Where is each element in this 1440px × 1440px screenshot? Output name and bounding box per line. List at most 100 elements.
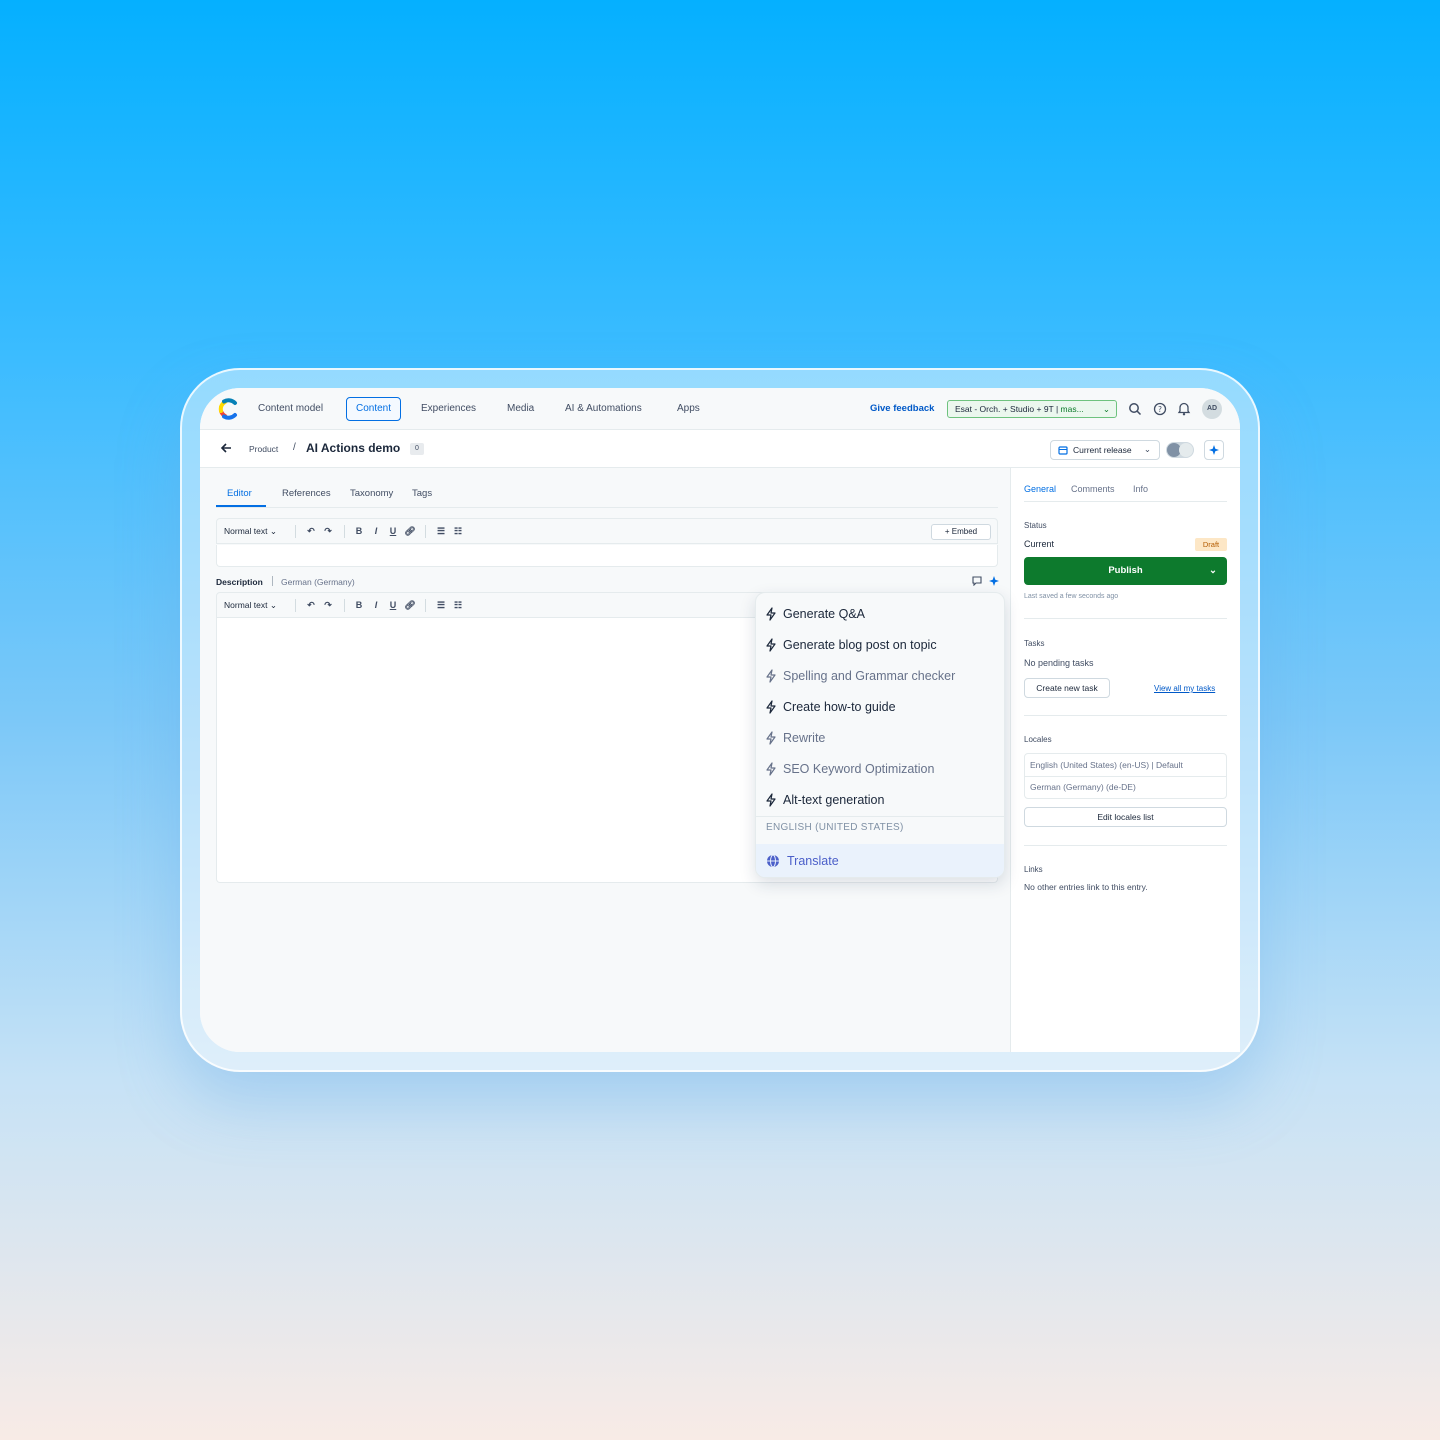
text-style-dropdown[interactable]: Normal text ⌄ — [224, 600, 277, 611]
description-locale: German (Germany) — [281, 577, 355, 587]
numbered-list-icon[interactable]: ☷ — [452, 599, 464, 611]
links-value: No other entries link to this entry. — [1024, 882, 1148, 892]
locale-item: German (Germany) (de-DE) — [1030, 782, 1136, 792]
chevron-down-icon: ⌄ — [1102, 404, 1110, 414]
top-nav: Content model Content Experiences Media … — [200, 388, 1240, 430]
redo-icon[interactable]: ↷ — [322, 525, 334, 537]
chevron-down-icon[interactable]: ⌄ — [1209, 557, 1217, 585]
tabs-divider — [216, 507, 998, 508]
entry-sidebar: General Comments Info Status Current Dra… — [1010, 468, 1240, 1052]
tasks-label: Tasks — [1024, 639, 1045, 648]
locales-list: English (United States) (en-US) | Defaul… — [1024, 753, 1227, 799]
bell-icon[interactable] — [1177, 401, 1191, 416]
bold-button[interactable]: B — [353, 599, 365, 611]
tab-editor[interactable]: Editor — [227, 488, 252, 499]
user-avatar[interactable]: AD — [1202, 399, 1222, 419]
bold-button[interactable]: B — [353, 525, 365, 537]
undo-icon[interactable]: ↶ — [305, 599, 317, 611]
tab-tags[interactable]: Tags — [412, 488, 432, 499]
rich-text-toolbar: Normal text ⌄ ↶ ↷ B I U 🔗︎ ☰ ☷ + Embed — [216, 518, 998, 544]
environment-selector[interactable]: Esat - Orch. + Studio + 9T | mas... ⌄ — [947, 400, 1117, 418]
embed-button[interactable]: + Embed — [931, 524, 991, 540]
menu-item-translate[interactable]: Translate — [756, 844, 1004, 877]
ai-actions-menu: Generate Q&A Generate blog post on topic… — [755, 592, 1005, 878]
status-badge: Draft — [1195, 538, 1227, 551]
lightning-icon — [766, 762, 776, 776]
tab-comments[interactable]: Comments — [1071, 484, 1115, 494]
contentful-logo-icon[interactable] — [216, 397, 240, 421]
search-icon[interactable] — [1128, 402, 1142, 416]
italic-button[interactable]: I — [370, 525, 382, 537]
count-badge: 0 — [410, 443, 424, 455]
back-arrow-icon[interactable] — [220, 442, 232, 454]
edit-locales-button[interactable]: Edit locales list — [1024, 807, 1227, 827]
nav-experiences[interactable]: Experiences — [411, 397, 486, 421]
menu-item-generate-qa[interactable]: Generate Q&A — [756, 599, 1004, 629]
menu-item-rewrite[interactable]: Rewrite — [756, 723, 1004, 753]
release-selector[interactable]: Current release ⌄ — [1050, 440, 1160, 460]
chevron-down-icon: ⌄ — [1143, 444, 1151, 454]
nav-content-model[interactable]: Content model — [248, 397, 333, 421]
status-label: Status — [1024, 521, 1047, 530]
locale-item: English (United States) (en-US) | Defaul… — [1030, 760, 1183, 770]
title-field[interactable] — [216, 545, 998, 567]
menu-section-header: ENGLISH (UNITED STATES) — [766, 822, 904, 833]
lightning-icon — [766, 638, 776, 652]
last-saved-text: Last saved a few seconds ago — [1024, 593, 1119, 600]
link-icon[interactable]: 🔗︎ — [404, 599, 416, 611]
create-task-button[interactable]: Create new task — [1024, 678, 1110, 698]
app-window: Content model Content Experiences Media … — [200, 388, 1240, 1052]
tasks-value: No pending tasks — [1024, 658, 1094, 668]
underline-button[interactable]: U — [387, 599, 399, 611]
menu-item-spelling-grammar[interactable]: Spelling and Grammar checker — [756, 661, 1004, 691]
tab-references[interactable]: References — [282, 488, 331, 499]
undo-icon[interactable]: ↶ — [305, 525, 317, 537]
tab-info[interactable]: Info — [1133, 484, 1148, 494]
lightning-icon — [766, 731, 776, 745]
nav-ai-automations[interactable]: AI & Automations — [555, 397, 652, 421]
links-label: Links — [1024, 865, 1043, 874]
page-title: AI Actions demo — [306, 441, 401, 455]
tab-general[interactable]: General — [1024, 484, 1056, 494]
environment-branch: mas... — [1060, 404, 1084, 414]
help-icon[interactable]: ? — [1153, 402, 1167, 416]
bullet-list-icon[interactable]: ☰ — [435, 525, 447, 537]
lightning-icon — [766, 607, 776, 621]
breadcrumb-separator: / — [293, 442, 296, 453]
italic-button[interactable]: I — [370, 599, 382, 611]
sparkle-icon[interactable] — [988, 575, 1000, 587]
release-label: Current release — [1073, 445, 1132, 455]
underline-button[interactable]: U — [387, 525, 399, 537]
entry-header: Product / AI Actions demo 0 Current rele… — [200, 430, 1240, 468]
breadcrumb-parent[interactable]: Product — [249, 444, 278, 454]
nav-content[interactable]: Content — [346, 397, 402, 421]
calendar-icon — [1058, 446, 1068, 455]
lightning-icon — [766, 700, 776, 714]
nav-apps[interactable]: Apps — [667, 397, 710, 421]
sparkle-icon — [1209, 445, 1219, 455]
lightning-icon — [766, 793, 776, 807]
bullet-list-icon[interactable]: ☰ — [435, 599, 447, 611]
description-label: Description — [216, 577, 263, 587]
give-feedback-link[interactable]: Give feedback — [870, 403, 934, 414]
text-style-dropdown[interactable]: Normal text ⌄ — [224, 526, 277, 537]
globe-icon — [767, 854, 779, 868]
numbered-list-icon[interactable]: ☷ — [452, 525, 464, 537]
svg-text:?: ? — [1158, 405, 1162, 414]
collaborators-toggle[interactable] — [1166, 442, 1194, 458]
menu-item-alt-text[interactable]: Alt-text generation — [756, 785, 1004, 815]
active-tab-indicator — [216, 505, 266, 507]
publish-button[interactable]: Publish ⌄ — [1024, 557, 1227, 585]
lightning-icon — [766, 669, 776, 683]
view-tasks-link[interactable]: View all my tasks — [1154, 684, 1215, 693]
menu-item-how-to-guide[interactable]: Create how-to guide — [756, 692, 1004, 722]
redo-icon[interactable]: ↷ — [322, 599, 334, 611]
menu-item-seo-optimization[interactable]: SEO Keyword Optimization — [756, 754, 1004, 784]
locales-label: Locales — [1024, 735, 1052, 744]
link-icon[interactable]: 🔗︎ — [404, 525, 416, 537]
tab-taxonomy[interactable]: Taxonomy — [350, 488, 393, 499]
ai-actions-button[interactable] — [1204, 440, 1224, 460]
comment-icon[interactable] — [972, 576, 982, 586]
nav-media[interactable]: Media — [497, 397, 544, 421]
menu-item-generate-blog-post[interactable]: Generate blog post on topic — [756, 630, 1004, 660]
